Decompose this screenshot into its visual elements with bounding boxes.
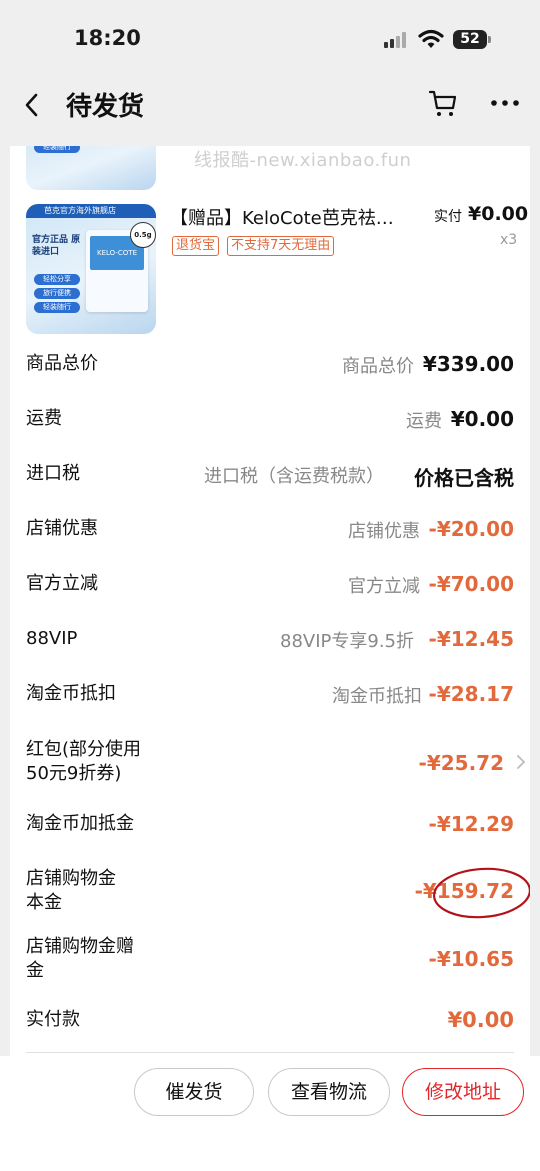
back-arrow-icon[interactable]	[22, 92, 42, 118]
tag-return-insurance: 退货宝	[172, 236, 220, 256]
image-pill: 旅行便携	[34, 288, 80, 299]
signal-icon	[384, 32, 410, 48]
battery-tip	[488, 36, 491, 43]
row-label: 商品总价	[26, 353, 98, 374]
paid-label: 实付	[434, 209, 462, 225]
divider	[26, 1052, 514, 1053]
row-amount: -¥70.00	[428, 572, 514, 596]
row-label: 进口税	[26, 463, 80, 484]
row-label: 88VIP	[26, 628, 78, 649]
row-mid-label: 官方立减	[348, 576, 420, 597]
bottom-action-bar: 催发货 查看物流 修改地址	[0, 1056, 540, 1171]
row-mid-label: 运费	[406, 411, 442, 432]
paid-amount: ¥0.00	[468, 203, 529, 225]
row-mid-label: 88VIP专享9.5折	[280, 631, 415, 652]
row-label: 店铺购物金 本金	[26, 868, 116, 913]
cart-icon[interactable]	[428, 88, 458, 118]
chevron-right-icon[interactable]	[516, 754, 526, 770]
row-amount: -¥12.45	[428, 627, 514, 651]
image-pill: 轻松分享	[34, 274, 80, 285]
row-label: 实付款	[26, 1009, 80, 1030]
row-amount: ¥0.00	[450, 407, 514, 431]
row-amount: ¥339.00	[422, 352, 514, 376]
size-badge: 0.5g	[130, 222, 156, 248]
tag-no-7day-return: 不支持7天无理由	[227, 236, 335, 256]
battery-icon: 52	[453, 30, 487, 49]
row-amount: -¥28.17	[428, 682, 514, 706]
image-pill: 轻装随行	[34, 302, 80, 313]
row-mid-label: 淘金币抵扣	[332, 686, 422, 707]
more-icon[interactable]	[490, 96, 520, 110]
row-label: 店铺优惠	[26, 518, 98, 539]
image-brand-strip: 芭克官方海外旗舰店	[26, 204, 156, 218]
row-label: 淘金币抵扣	[26, 683, 116, 704]
image-pill: 轻装随行	[34, 146, 80, 153]
row-label: 运费	[26, 408, 62, 429]
row-amount: -¥25.72	[418, 751, 504, 775]
row-mid-label: 进口税（含运费税款）	[204, 466, 384, 487]
order-card: 旅行便携 轻装随行 线报酷-new.xianbao.fun 芭克官方海外旗舰店 …	[10, 146, 530, 1056]
change-address-button[interactable]: 修改地址	[402, 1068, 524, 1116]
product-image[interactable]: 芭克官方海外旗舰店 官方正品 原装进口 轻松分享 旅行便携 轻装随行 KELO-…	[26, 204, 156, 334]
watermark: 线报酷-new.xianbao.fun	[194, 150, 412, 171]
row-label: 红包(部分使用 50元9折券)	[26, 739, 142, 784]
wifi-icon	[418, 29, 444, 48]
quantity: x3	[500, 232, 518, 248]
row-amount: -¥12.29	[428, 812, 514, 836]
urge-shipping-button[interactable]: 催发货	[134, 1068, 254, 1116]
image-headline: 官方正品 原装进口	[32, 235, 81, 257]
status-bar: 18:20 52	[0, 0, 540, 80]
row-amount: -¥20.00	[428, 517, 514, 541]
row-mid-label: 店铺优惠	[348, 521, 420, 542]
row-amount: ¥0.00	[447, 1008, 514, 1032]
row-amount: 价格已含税	[414, 466, 514, 490]
page-title: 待发货	[66, 92, 145, 122]
circle-annotation	[432, 867, 530, 919]
row-label: 淘金币加抵金	[26, 813, 134, 834]
row-amount: -¥10.65	[428, 947, 514, 971]
view-logistics-button[interactable]: 查看物流	[268, 1068, 390, 1116]
row-label: 店铺购物金赠 金	[26, 936, 134, 981]
product-title[interactable]: 【赠品】KeloCote芭克祛…	[170, 204, 410, 230]
status-time: 18:20	[74, 26, 141, 50]
row-mid-label: 商品总价	[342, 356, 414, 377]
row-label: 官方立减	[26, 573, 98, 594]
product-image-previous[interactable]: 旅行便携 轻装随行	[26, 146, 156, 190]
